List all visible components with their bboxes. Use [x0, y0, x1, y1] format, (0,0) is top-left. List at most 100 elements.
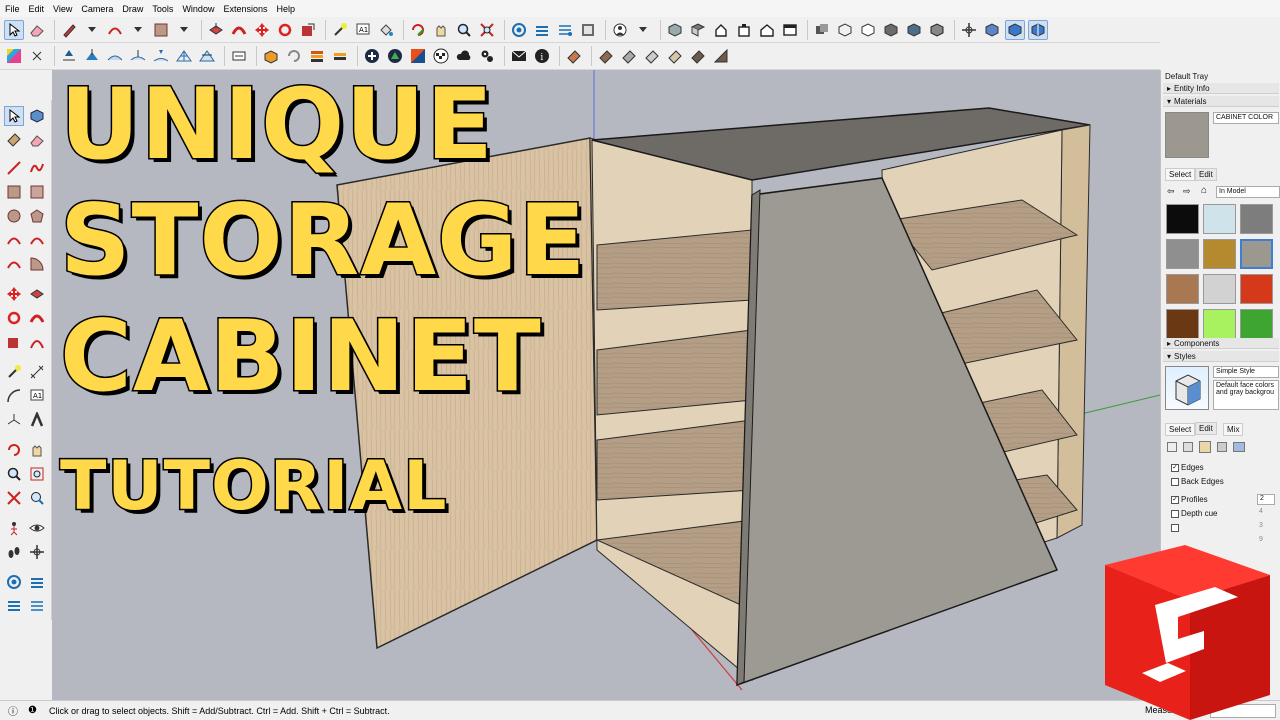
xray-icon[interactable]: [812, 20, 832, 40]
circle-icon[interactable]: [4, 206, 24, 226]
cloud-upload-icon[interactable]: [454, 46, 474, 66]
zoom-icon[interactable]: [4, 464, 24, 484]
styles-mix-tab[interactable]: Mix: [1223, 423, 1244, 436]
zoom-icon[interactable]: [454, 20, 474, 40]
axes-icon[interactable]: [4, 410, 24, 430]
rectangle-icon[interactable]: [151, 20, 171, 40]
extension-input[interactable]: 3: [1257, 522, 1275, 533]
refresh-icon[interactable]: [284, 46, 304, 66]
toggle-terrain-icon[interactable]: [385, 46, 405, 66]
monochrome-icon[interactable]: [927, 20, 947, 40]
material-swatch[interactable]: [1240, 274, 1273, 304]
profiles-width-input[interactable]: 2: [1257, 494, 1275, 505]
dropdown-arrow-icon[interactable]: [633, 20, 653, 40]
sandbox-from-scratch-icon[interactable]: [82, 46, 102, 66]
layers-copy-icon[interactable]: [330, 46, 350, 66]
rectangle-icon[interactable]: [4, 182, 24, 202]
add-location-icon[interactable]: [362, 46, 382, 66]
orbit-icon[interactable]: [4, 440, 24, 460]
material-name-field[interactable]: CABINET COLOR: [1213, 112, 1279, 124]
photo-texture-icon[interactable]: [408, 46, 428, 66]
make-component-icon[interactable]: [27, 106, 47, 126]
arc-icon[interactable]: [4, 230, 24, 250]
components-header[interactable]: ▸ Components: [1163, 338, 1279, 349]
material-swatch[interactable]: [1203, 239, 1236, 269]
styles-select-tab[interactable]: Select: [1165, 423, 1196, 436]
push-pull-icon[interactable]: [27, 284, 47, 304]
dropdown-arrow-icon[interactable]: [128, 20, 148, 40]
eraser-icon[interactable]: [27, 130, 47, 150]
menu-camera[interactable]: Camera: [81, 4, 113, 14]
section-plane-icon[interactable]: [959, 20, 979, 40]
select-icon[interactable]: [4, 106, 24, 126]
shaded-textures-icon[interactable]: [904, 20, 924, 40]
move-icon[interactable]: [252, 20, 272, 40]
back-edges-checkbox[interactable]: [1171, 478, 1179, 486]
section-fill-icon[interactable]: [982, 20, 1002, 40]
drawing-viewport[interactable]: UNIQUE STORAGE CABINET TUTORIAL: [52, 70, 1160, 700]
material-swatch[interactable]: [1166, 204, 1199, 234]
wireframe-icon[interactable]: [835, 20, 855, 40]
drape-icon[interactable]: [151, 46, 171, 66]
hidden-line-icon[interactable]: [858, 20, 878, 40]
material-swatch[interactable]: [1240, 239, 1273, 269]
follow-me-icon[interactable]: [27, 308, 47, 328]
dropdown-arrow-icon[interactable]: [82, 20, 102, 40]
zoom-extents-icon[interactable]: [4, 488, 24, 508]
menu-extensions[interactable]: Extensions: [223, 4, 267, 14]
extension-manager-icon[interactable]: [4, 596, 24, 616]
warehouse-icon[interactable]: [509, 20, 529, 40]
menu-file[interactable]: File: [5, 4, 20, 14]
info-icon[interactable]: i: [532, 46, 552, 66]
line-icon[interactable]: [4, 158, 24, 178]
two-point-arc-icon[interactable]: [27, 230, 47, 250]
info-circle-icon[interactable]: ❶: [28, 705, 37, 716]
layout-icon[interactable]: [578, 20, 598, 40]
styles-edit-tab[interactable]: Edit: [1195, 422, 1217, 435]
geo-location-icon[interactable]: ⓘ: [8, 703, 18, 718]
color-by-layer-icon[interactable]: [4, 46, 24, 66]
tape-measure-icon[interactable]: [330, 20, 350, 40]
push-pull-icon[interactable]: [206, 20, 226, 40]
look-around-icon[interactable]: [27, 518, 47, 538]
rotated-rectangle-icon[interactable]: [27, 182, 47, 202]
styles-header[interactable]: ▾ Styles: [1163, 351, 1279, 362]
materials-edit-tab[interactable]: Edit: [1195, 168, 1217, 181]
zoom-extents-icon[interactable]: [477, 20, 497, 40]
flip-edge-icon[interactable]: [197, 46, 217, 66]
style-name-field[interactable]: Simple Style: [1213, 366, 1279, 378]
edges-checkbox[interactable]: ✓: [1171, 464, 1179, 472]
section-plane-icon[interactable]: [27, 542, 47, 562]
scale-icon[interactable]: [4, 332, 24, 352]
freehand-icon[interactable]: [27, 158, 47, 178]
shaded-icon[interactable]: [881, 20, 901, 40]
select-tool-icon[interactable]: [4, 19, 24, 40]
extension-checkbox[interactable]: [1171, 524, 1179, 532]
menu-draw[interactable]: Draw: [122, 4, 143, 14]
walk-icon[interactable]: [4, 542, 24, 562]
display-section-cuts-icon[interactable]: [1028, 19, 1048, 40]
back-arrow-icon[interactable]: ⇦: [1167, 186, 1175, 197]
paint-bucket-icon[interactable]: [376, 20, 396, 40]
right-view-icon[interactable]: [734, 20, 754, 40]
orbit-icon[interactable]: [408, 20, 428, 40]
pan-icon[interactable]: [431, 20, 451, 40]
forward-arrow-icon[interactable]: ⇨: [1183, 186, 1191, 197]
material-swatch[interactable]: [1166, 239, 1199, 269]
extension-warehouse-icon[interactable]: [27, 572, 47, 592]
checker-icon[interactable]: [431, 46, 451, 66]
previous-view-icon[interactable]: [27, 488, 47, 508]
smoove-icon[interactable]: [105, 46, 125, 66]
hide-icon[interactable]: [229, 46, 249, 66]
paint-icon[interactable]: [4, 130, 24, 150]
profiles-checkbox[interactable]: ✓: [1171, 496, 1179, 504]
user-account-icon[interactable]: [610, 20, 630, 40]
depth-cue-input[interactable]: 4: [1257, 508, 1275, 519]
pan-icon[interactable]: [27, 440, 47, 460]
polygon-icon[interactable]: [27, 206, 47, 226]
menu-help[interactable]: Help: [276, 4, 295, 14]
collection-dropdown[interactable]: In Model: [1216, 186, 1280, 198]
eraser-icon[interactable]: [27, 20, 47, 40]
solid-tools-icon[interactable]: [261, 46, 281, 66]
three-point-arc-icon[interactable]: [4, 254, 24, 274]
